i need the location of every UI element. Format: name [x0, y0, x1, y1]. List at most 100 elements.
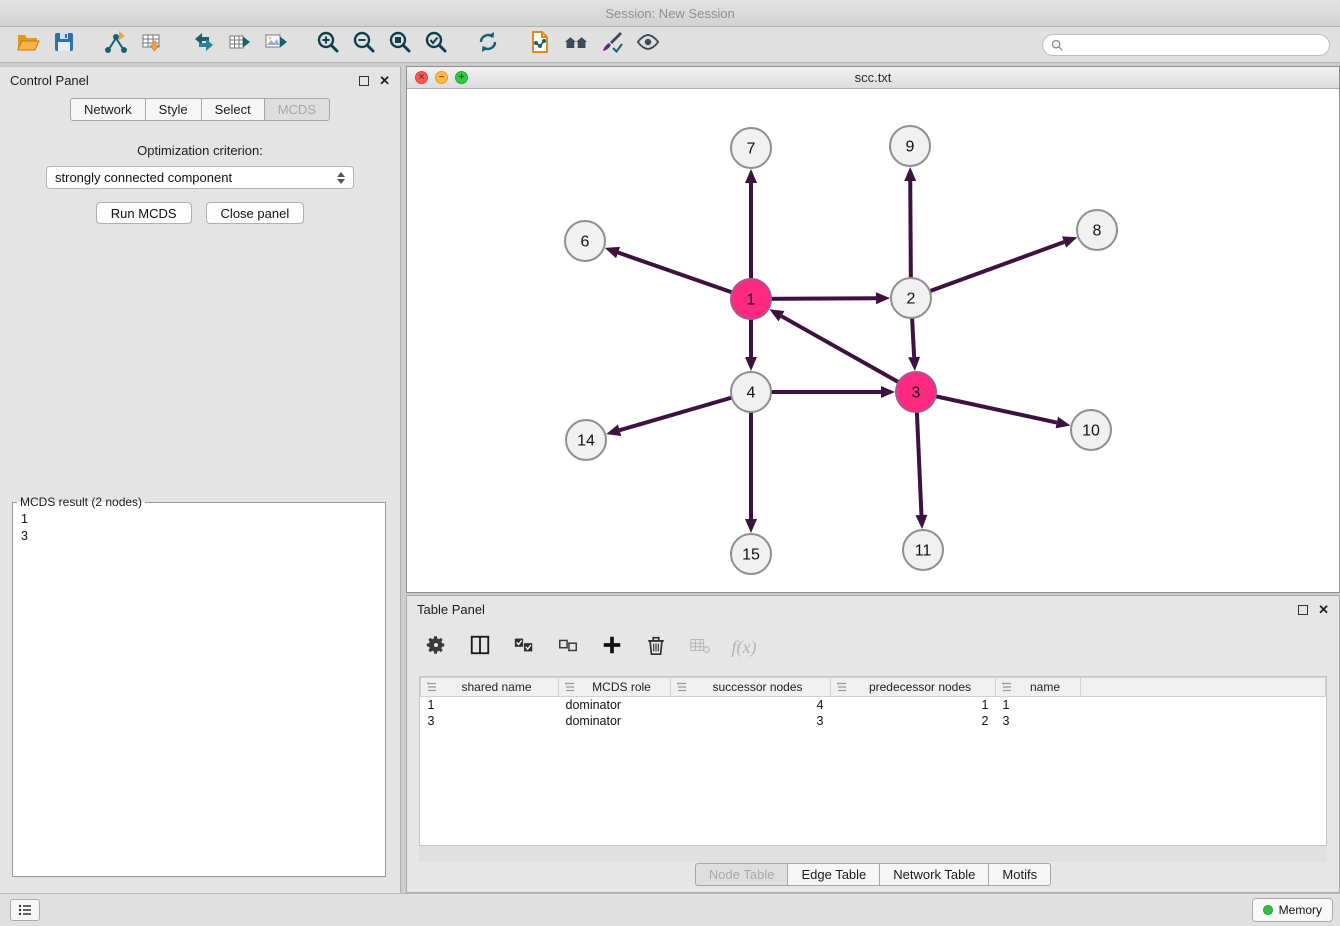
graph-node-14[interactable]: 14	[566, 420, 606, 460]
column-type-icon	[835, 681, 849, 693]
graph-node-6[interactable]: 6	[565, 221, 605, 261]
graph-node-7[interactable]: 7	[731, 128, 771, 168]
memory-button[interactable]: Memory	[1252, 898, 1333, 922]
column-header-name[interactable]: name	[996, 678, 1081, 697]
graph-node-1[interactable]: 1	[731, 279, 771, 319]
zoom-out-icon	[352, 30, 376, 59]
column-header-shared-name[interactable]: shared name	[421, 678, 559, 697]
graph-node-3[interactable]: 3	[896, 372, 936, 412]
graph-node-9[interactable]: 9	[890, 126, 930, 166]
table-cell[interactable]: 3	[421, 713, 559, 729]
table-cell[interactable]: 3	[671, 713, 831, 729]
first-neighbors-button[interactable]	[522, 30, 558, 60]
close-panel-icon[interactable]: ✕	[379, 76, 390, 86]
table-row[interactable]: 1dominator411	[421, 697, 1326, 713]
layout-home-button[interactable]	[558, 30, 594, 60]
float-table-panel-icon[interactable]	[1298, 605, 1308, 615]
refresh-network-button[interactable]	[470, 30, 506, 60]
table-cell[interactable]: 1	[421, 697, 559, 713]
table-tab-network-table[interactable]: Network Table	[879, 863, 989, 886]
edge-1-to-6[interactable]	[605, 247, 751, 299]
zoom-in-button[interactable]	[310, 30, 346, 60]
graph-node-2[interactable]: 2	[891, 278, 931, 318]
criterion-dropdown[interactable]: strongly connected component	[46, 166, 354, 189]
zoom-fit-icon	[388, 30, 412, 59]
zoom-out-button[interactable]	[346, 30, 382, 60]
table-cell[interactable]: 1	[996, 697, 1081, 713]
edge-3-to-1[interactable]	[769, 309, 916, 392]
table-cell[interactable]: 1	[831, 697, 996, 713]
control-panel-title: Control Panel	[10, 73, 89, 88]
table-tab-node-table[interactable]: Node Table	[695, 863, 789, 886]
graph-node-11[interactable]: 11	[903, 530, 943, 570]
edge-4-to-15[interactable]	[745, 392, 757, 533]
export-table-icon	[228, 30, 252, 59]
show-graphics-details-button[interactable]	[630, 30, 666, 60]
table-scroll-area[interactable]	[419, 846, 1327, 862]
node-table-header-row: shared nameMCDS rolesuccessor nodesprede…	[421, 678, 1326, 697]
float-panel-icon[interactable]	[359, 76, 369, 86]
table-tab-motifs[interactable]: Motifs	[988, 863, 1051, 886]
zoom-fit-button[interactable]	[382, 30, 418, 60]
table-cell[interactable]: 4	[671, 697, 831, 713]
edge-3-to-10[interactable]	[916, 392, 1070, 428]
delete-column-disabled-icon	[689, 634, 711, 661]
column-header-filler	[1081, 678, 1326, 697]
run-mcds-button[interactable]: Run MCDS	[96, 202, 192, 224]
table-cell[interactable]: dominator	[559, 697, 671, 713]
edge-2-to-8[interactable]	[911, 236, 1077, 298]
maximize-window-icon[interactable]: +	[455, 71, 468, 84]
zoom-selected-button[interactable]	[418, 30, 454, 60]
column-header-successor-nodes[interactable]: successor nodes	[671, 678, 831, 697]
criterion-dropdown-value: strongly connected component	[55, 170, 232, 185]
export-image-button[interactable]	[258, 30, 294, 60]
table-row[interactable]: 3dominator323	[421, 713, 1326, 729]
column-header-predecessor-nodes[interactable]: predecessor nodes	[831, 678, 996, 697]
search-input[interactable]	[1068, 38, 1321, 52]
delete-columns-button[interactable]	[643, 634, 669, 660]
show-columns-button[interactable]	[467, 634, 493, 660]
table-tab-edge-table[interactable]: Edge Table	[787, 863, 880, 886]
main-toolbar	[0, 27, 1340, 63]
graph-node-10[interactable]: 10	[1071, 410, 1111, 450]
table-cell[interactable]: dominator	[559, 713, 671, 729]
control-panel-tabs: NetworkStyleSelectMCDS	[0, 98, 400, 121]
toolbar-separator	[82, 44, 98, 45]
close-window-icon[interactable]: ×	[415, 71, 428, 84]
table-cell[interactable]: 2	[831, 713, 996, 729]
edge-4-to-3[interactable]	[751, 386, 895, 398]
control-tab-style[interactable]: Style	[145, 98, 202, 121]
graph-node-8[interactable]: 8	[1077, 210, 1117, 250]
apply-style-button[interactable]	[594, 30, 630, 60]
svg-text:4: 4	[747, 385, 756, 402]
search-field[interactable]	[1042, 34, 1330, 56]
svg-text:9: 9	[906, 139, 915, 156]
network-canvas[interactable]: 1 2 3 4 6 7 8 9 10 11 14 15	[407, 89, 1339, 592]
save-session-button[interactable]	[46, 30, 82, 60]
edge-4-to-14[interactable]	[606, 392, 751, 436]
delete-column-disabled-button	[687, 634, 713, 660]
graph-node-4[interactable]: 4	[731, 372, 771, 412]
add-column-button[interactable]	[599, 634, 625, 660]
graph-node-15[interactable]: 15	[731, 534, 771, 574]
column-header-mcds-role[interactable]: MCDS role	[559, 678, 671, 697]
minimize-window-icon[interactable]: −	[435, 71, 448, 84]
import-table-from-file-button[interactable]	[134, 30, 170, 60]
network-tools-button[interactable]	[186, 30, 222, 60]
table-settings-button[interactable]	[423, 634, 449, 660]
column-type-icon	[563, 681, 577, 693]
select-all-rows-button[interactable]	[511, 634, 537, 660]
control-tab-select[interactable]: Select	[201, 98, 265, 121]
open-session-icon	[16, 30, 40, 59]
table-cell[interactable]: 3	[996, 713, 1081, 729]
mcds-result-line: 1	[21, 511, 377, 528]
task-history-button[interactable]	[10, 899, 40, 921]
import-network-from-file-button[interactable]	[98, 30, 134, 60]
control-tab-mcds[interactable]: MCDS	[264, 98, 330, 121]
control-tab-network[interactable]: Network	[70, 98, 146, 121]
unselect-all-rows-button[interactable]	[555, 634, 581, 660]
open-session-button[interactable]	[10, 30, 46, 60]
close-panel-button[interactable]: Close panel	[206, 202, 305, 224]
export-table-button[interactable]	[222, 30, 258, 60]
close-table-panel-icon[interactable]: ✕	[1318, 605, 1329, 615]
